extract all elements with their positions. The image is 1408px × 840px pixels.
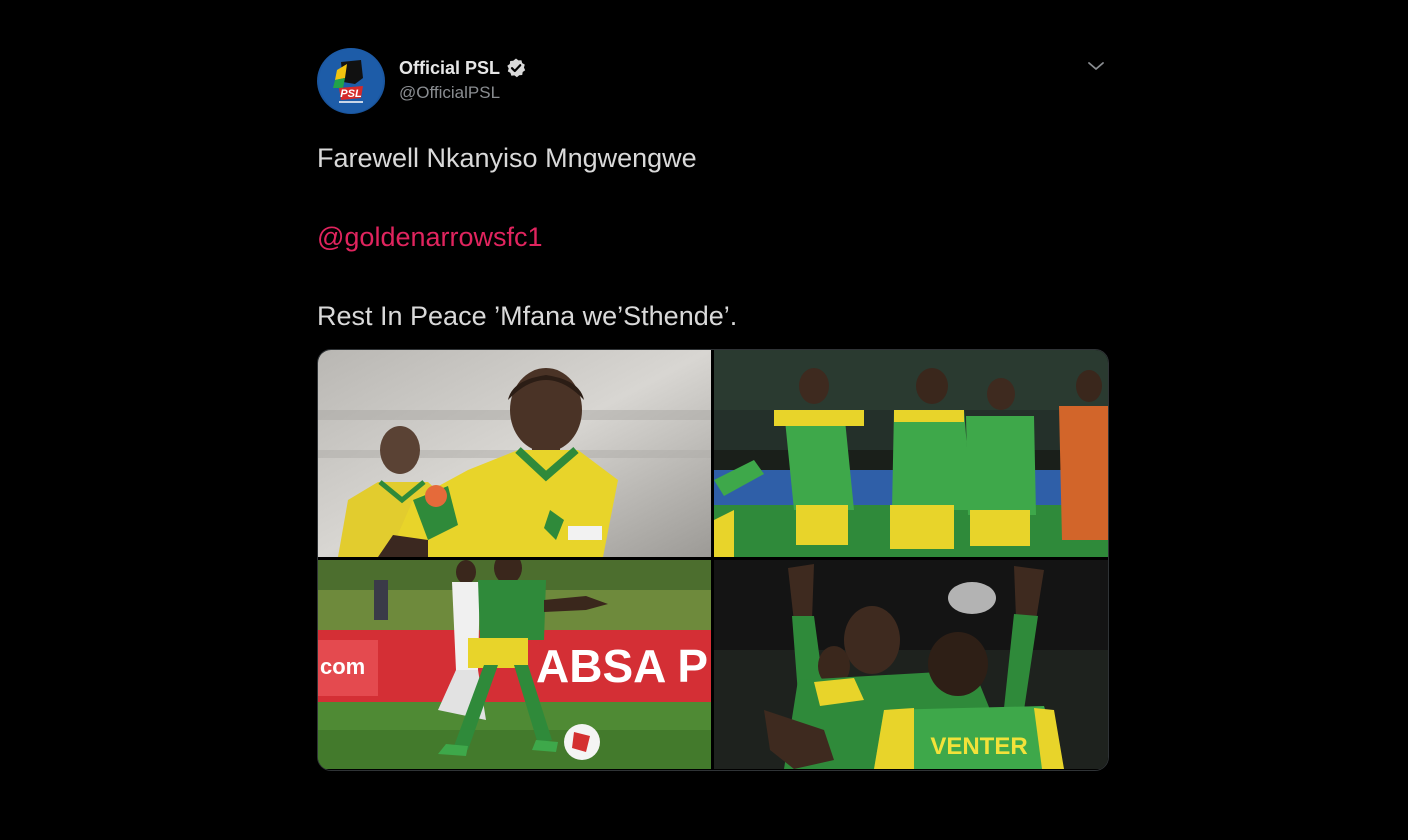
- tweet-text: Farewell Nkanyiso Mngwengwe @goldenarrow…: [317, 143, 1108, 332]
- tweet-header: PSL Official PSL @OfficialPSL: [317, 48, 1108, 114]
- verified-badge-icon: [505, 57, 527, 79]
- sponsor-board-text: ABSA P: [536, 640, 708, 692]
- chevron-down-icon[interactable]: [1086, 58, 1106, 74]
- photo-3[interactable]: com ABSA P: [318, 560, 711, 769]
- author-names: Official PSL @OfficialPSL: [399, 57, 527, 103]
- display-name[interactable]: Official PSL: [399, 58, 500, 79]
- mention-link[interactable]: @goldenarrowsfc1: [317, 222, 543, 252]
- sponsor-board-left-text: com: [320, 654, 365, 679]
- handle[interactable]: @OfficialPSL: [399, 83, 527, 103]
- tweet: PSL Official PSL @OfficialPSL Farewell N…: [317, 48, 1109, 771]
- media-grid: com ABSA P VENTER: [317, 349, 1109, 771]
- jersey-name-text: VENTER: [930, 733, 1027, 760]
- photo-4[interactable]: VENTER: [714, 560, 1108, 769]
- svg-text:PSL: PSL: [340, 88, 362, 100]
- avatar[interactable]: PSL: [317, 48, 385, 114]
- photo-1[interactable]: [318, 350, 711, 557]
- psl-logo-icon: PSL: [319, 49, 383, 113]
- tweet-line-3: Rest In Peace ’Mfana we’Sthende’.: [317, 301, 738, 331]
- photo-2[interactable]: [714, 350, 1108, 557]
- tweet-line-1: Farewell Nkanyiso Mngwengwe: [317, 143, 697, 173]
